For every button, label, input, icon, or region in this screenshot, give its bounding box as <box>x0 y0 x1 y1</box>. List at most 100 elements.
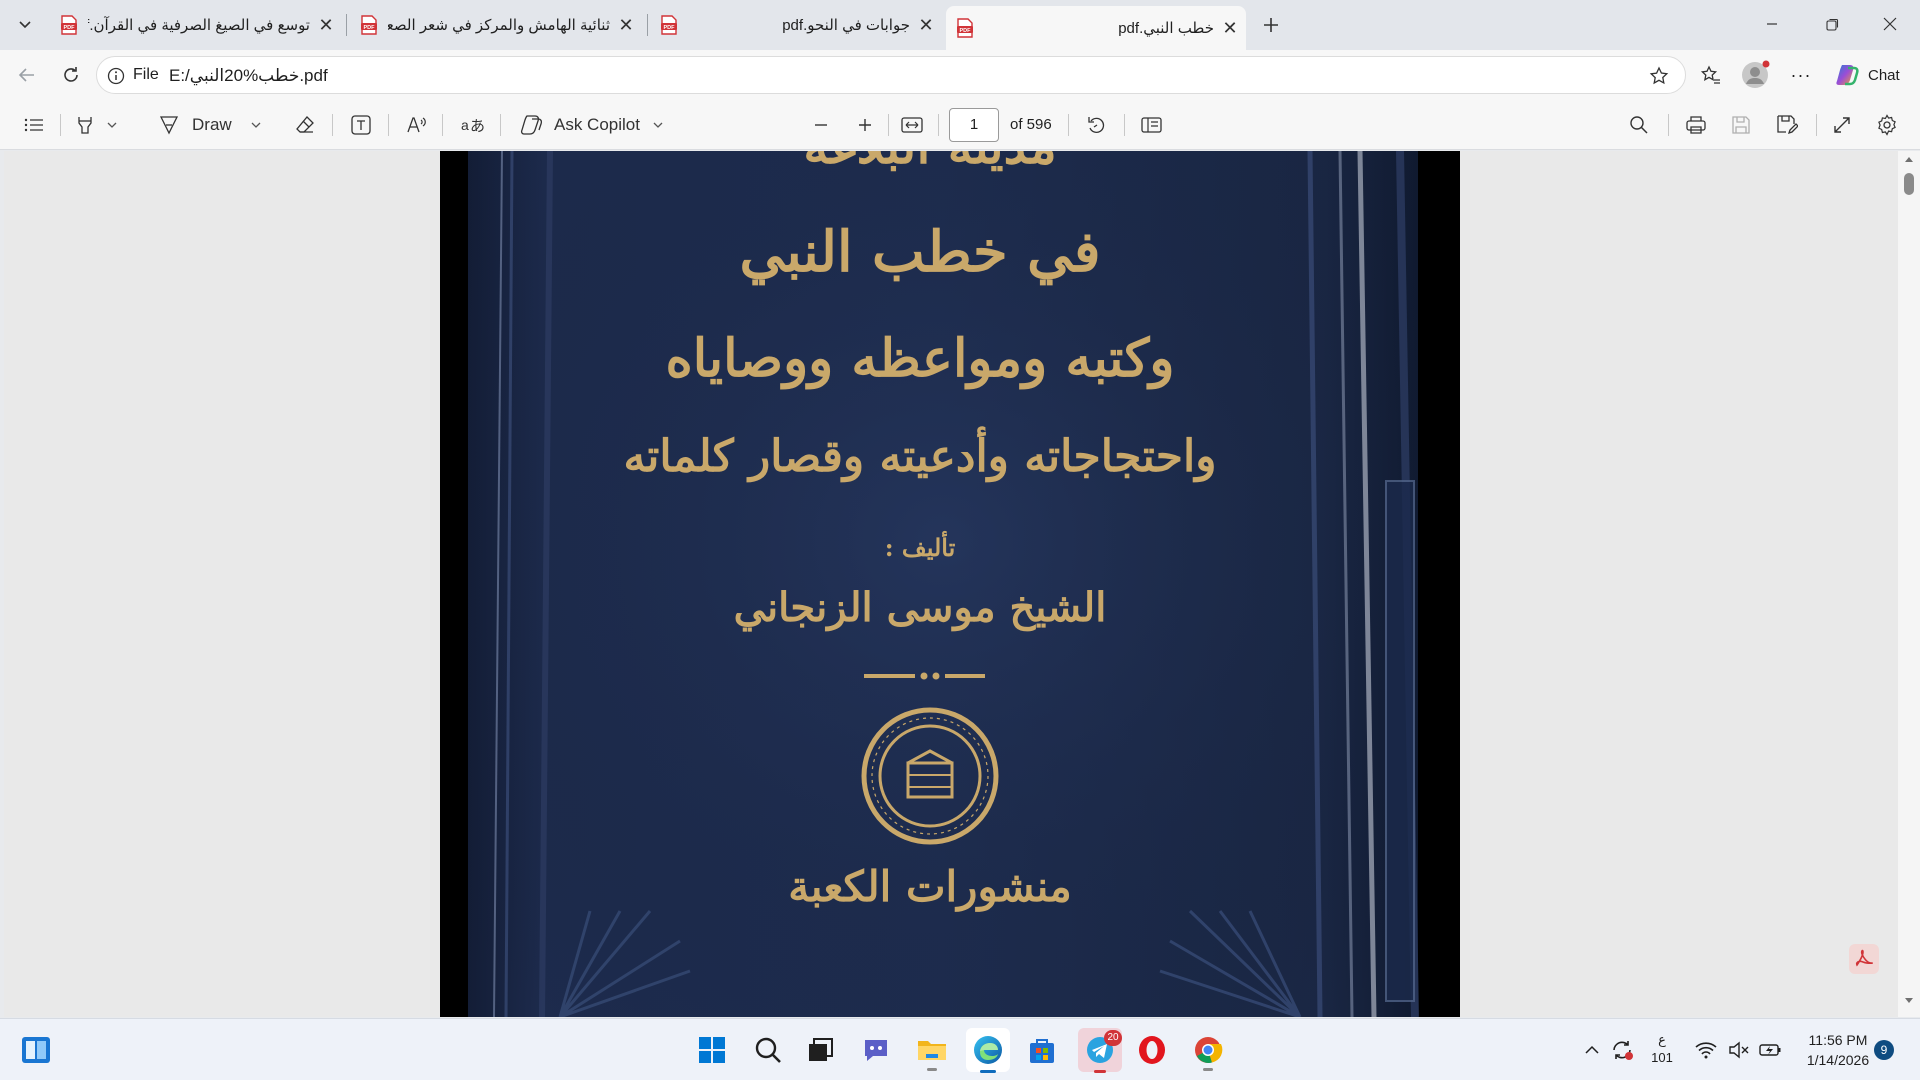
full-screen-button[interactable] <box>1832 100 1852 150</box>
page-left-margin <box>440 151 468 1017</box>
volume-tray-icon[interactable] <box>1726 1030 1752 1070</box>
translate-button[interactable]: aあ <box>460 100 484 150</box>
page-number-input[interactable]: 1 <box>949 108 999 142</box>
info-icon[interactable] <box>107 67 125 85</box>
save-as-button[interactable] <box>1776 100 1798 150</box>
settings-button[interactable] <box>1876 100 1898 150</box>
add-text-button[interactable] <box>350 100 372 150</box>
tab-2[interactable]: PDF جوابات في النحو.pdf ✕ <box>650 6 942 44</box>
sync-tray-icon[interactable] <box>1606 1030 1638 1070</box>
battery-tray-icon[interactable] <box>1756 1030 1786 1070</box>
pdf-icon: PDF <box>60 15 78 35</box>
file-explorer-button[interactable] <box>912 1030 952 1071</box>
text-box-icon <box>351 115 371 135</box>
save-icon <box>1732 116 1750 134</box>
zoom-in-button[interactable] <box>856 100 874 150</box>
file-scheme-label: File <box>133 66 159 83</box>
acrobat-button[interactable] <box>1849 944 1879 974</box>
url-text[interactable]: E:/خطب%20النبي.pdf <box>169 66 328 86</box>
copilot-chat-button[interactable]: Chat <box>1830 56 1912 94</box>
chevron-down-icon[interactable] <box>106 119 118 131</box>
read-aloud-button[interactable] <box>406 100 428 150</box>
task-view-button[interactable] <box>800 1030 840 1070</box>
avatar-icon <box>1742 60 1770 88</box>
find-button[interactable] <box>1629 100 1649 150</box>
input-language-indicator[interactable]: ع 101 <box>1648 1031 1676 1067</box>
draw-button[interactable]: Draw <box>158 100 262 150</box>
opera-icon <box>1139 1036 1165 1064</box>
restore-button[interactable] <box>1812 8 1852 40</box>
chrome-button[interactable] <box>1188 1030 1228 1071</box>
refresh-button[interactable] <box>54 58 88 92</box>
svg-text:PDF: PDF <box>664 25 676 31</box>
store-button[interactable] <box>1022 1030 1062 1070</box>
highlight-button[interactable] <box>74 100 130 150</box>
pdf-toolbar: Draw aあ Ask Copilot 1 of 596 <box>0 100 1920 150</box>
minimize-button[interactable] <box>1752 8 1792 40</box>
tab-title: ثنائية الهامش والمركز في شعر الصعا <box>388 17 610 34</box>
close-tab-icon[interactable]: ✕ <box>916 15 936 35</box>
search-icon <box>755 1037 781 1063</box>
svg-text:あ: あ <box>470 117 484 135</box>
close-tab-icon[interactable]: ✕ <box>616 15 636 35</box>
back-button[interactable] <box>10 58 44 92</box>
zoom-out-button[interactable] <box>812 100 830 150</box>
clock-time: 11:56 PM <box>1808 1032 1868 1048</box>
telegram-button[interactable]: 20 <box>1078 1028 1122 1073</box>
page-view-icon <box>1141 117 1162 133</box>
page-view-button[interactable] <box>1140 100 1164 150</box>
chat-bubble-icon <box>865 1040 887 1061</box>
clock-date: 1/14/2026 <box>1806 1052 1870 1068</box>
opera-button[interactable] <box>1132 1030 1172 1070</box>
svg-text:PDF: PDF <box>960 28 972 34</box>
close-tab-icon[interactable]: ✕ <box>1220 18 1240 38</box>
tab-3-active[interactable]: PDF خطب النبي.pdf ✕ <box>946 6 1246 50</box>
scrollbar-thumb[interactable] <box>1904 173 1914 195</box>
tab-0[interactable]: PDF توسع في الصيغ الصرفية في القرآن.pdf … <box>50 6 342 44</box>
expand-icon <box>1834 117 1850 133</box>
erase-button[interactable] <box>294 100 316 150</box>
search-taskbar-button[interactable] <box>748 1030 788 1070</box>
scroll-up-arrow-icon[interactable] <box>1904 155 1914 163</box>
more-menu-button[interactable]: ··· <box>1784 58 1818 92</box>
printer-icon <box>1686 116 1706 134</box>
favorite-star-icon[interactable] <box>1649 66 1669 86</box>
fit-to-width-button[interactable] <box>900 100 924 150</box>
svg-text:a: a <box>461 117 469 133</box>
ask-copilot-button[interactable]: Ask Copilot <box>520 100 664 150</box>
address-bar[interactable]: File E:/خطب%20النبي.pdf <box>96 56 1686 94</box>
cover-author-label: تأليف : <box>885 530 956 562</box>
favorites-button[interactable] <box>1694 58 1728 92</box>
tab-1[interactable]: PDF ثنائية الهامش والمركز في شعر الصعا ✕ <box>350 6 642 44</box>
vertical-scrollbar[interactable] <box>1898 151 1920 1017</box>
telegram-badge: 20 <box>1104 1030 1122 1046</box>
start-button[interactable] <box>692 1030 732 1070</box>
save-button[interactable] <box>1731 100 1751 150</box>
battery-charging-icon <box>1759 1044 1781 1056</box>
close-window-button[interactable] <box>1870 8 1910 40</box>
plus-icon <box>859 119 871 131</box>
contents-button[interactable] <box>20 100 48 150</box>
scroll-down-arrow-icon[interactable] <box>1904 997 1914 1005</box>
show-hidden-icons-button[interactable] <box>1580 1030 1604 1070</box>
fit-width-icon <box>901 117 923 133</box>
edge-taskbar-button[interactable] <box>966 1028 1010 1073</box>
chevron-down-icon[interactable] <box>652 119 664 131</box>
chat-label: Chat <box>1868 66 1900 84</box>
widgets-icon <box>22 1037 50 1063</box>
profile-avatar[interactable] <box>1740 60 1770 90</box>
teams-chat-button[interactable] <box>856 1030 896 1070</box>
close-tab-icon[interactable]: ✕ <box>316 15 336 35</box>
notification-count-badge[interactable]: 9 <box>1874 1040 1894 1060</box>
wifi-tray-icon[interactable] <box>1692 1030 1720 1070</box>
chevron-down-icon[interactable] <box>250 119 262 131</box>
widgets-button[interactable] <box>16 1030 56 1070</box>
clock[interactable]: 11:56 PM 1/14/2026 <box>1796 1030 1880 1070</box>
print-button[interactable] <box>1685 100 1707 150</box>
tab-actions-menu-button[interactable] <box>8 8 42 42</box>
pdf-icon: PDF <box>360 15 378 35</box>
read-aloud-icon <box>407 117 426 133</box>
new-tab-button[interactable] <box>1256 10 1286 40</box>
rotate-button[interactable] <box>1086 100 1108 150</box>
pdf-page[interactable]: مدينة البلاغة في خطب النبي وكتبه ومواعظه… <box>440 151 1460 1017</box>
